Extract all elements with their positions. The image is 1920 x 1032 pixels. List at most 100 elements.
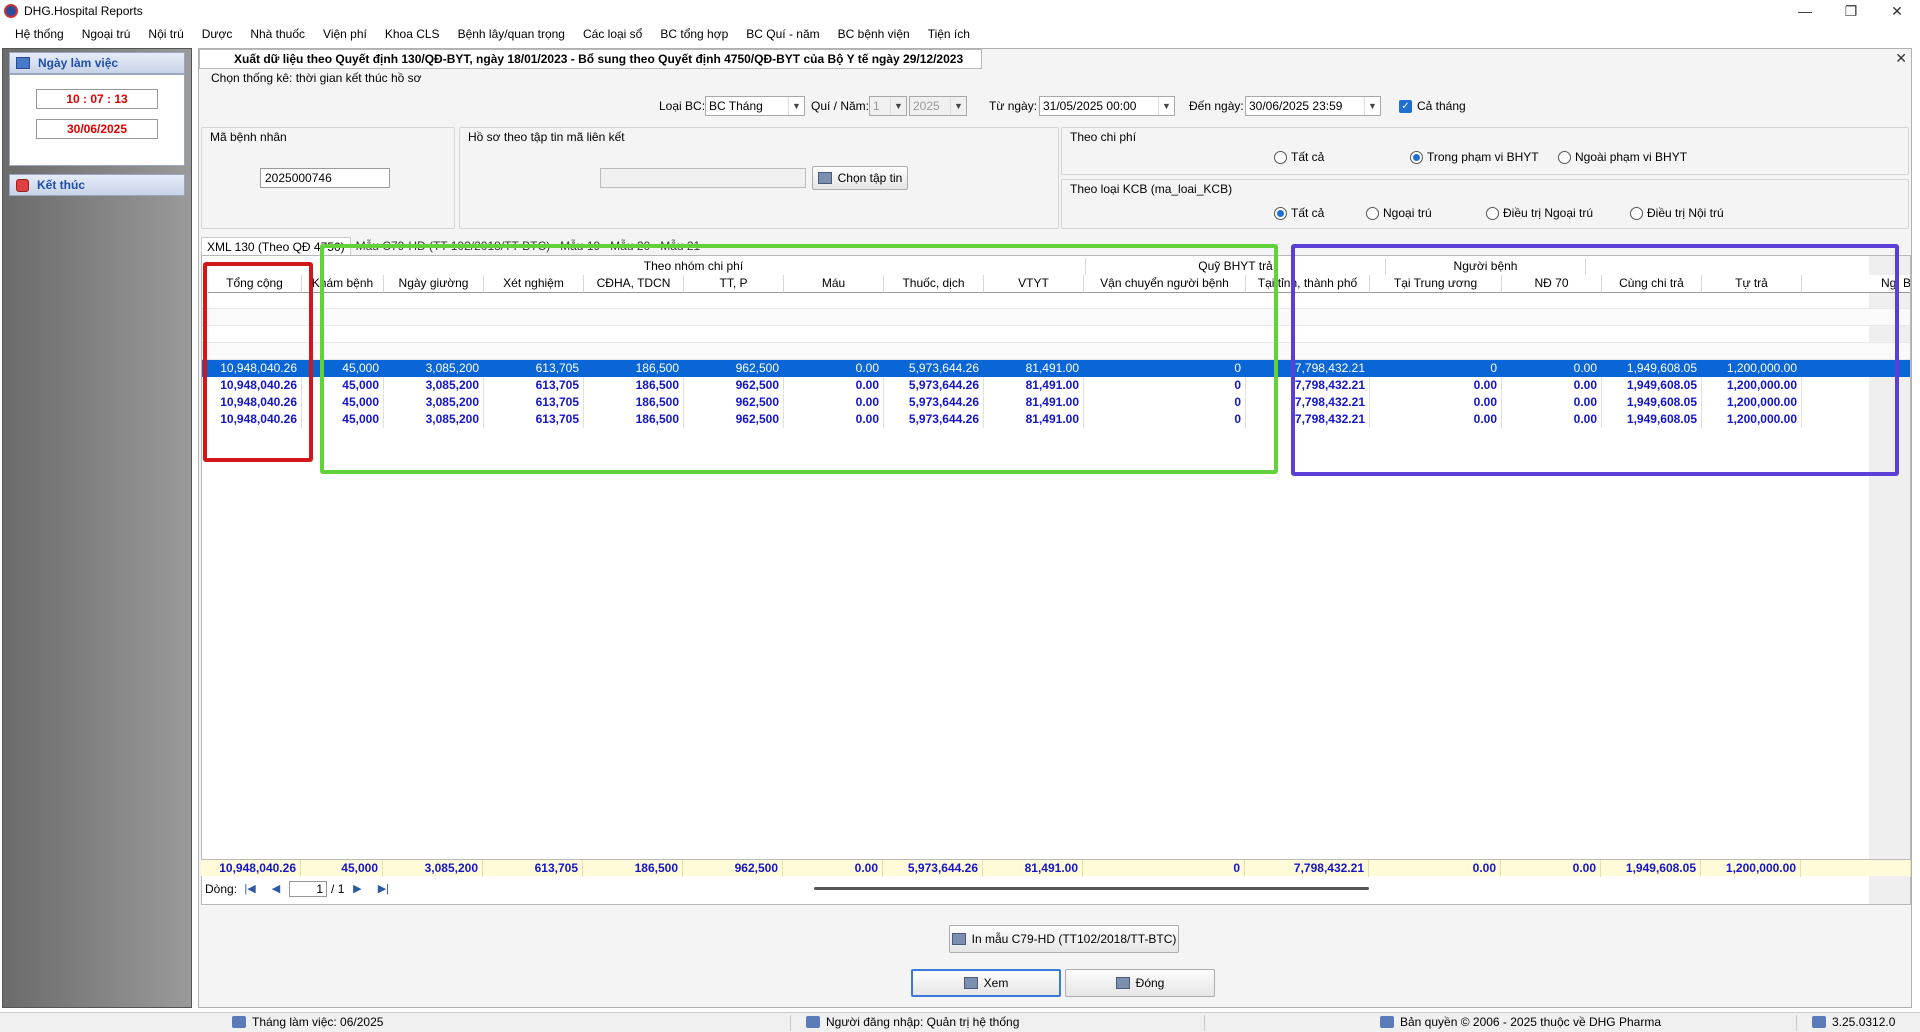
quarter-year-label: Quí / Năm: <box>811 99 870 113</box>
menu-vien-phi[interactable]: Viện phí <box>314 24 376 44</box>
menu-bc-qui-nam[interactable]: BC Quí - năm <box>737 24 828 44</box>
kcb-type-label: Theo loại KCB (ma_loai_KCB) <box>1070 182 1233 196</box>
patient-id-input[interactable]: 2025000746 <box>260 168 390 188</box>
from-date-picker[interactable]: 31/05/2025 00:00 ▼ <box>1039 96 1175 116</box>
menu-noi-tru[interactable]: Nội trú <box>139 24 192 44</box>
first-page-icon[interactable]: |◀ <box>243 882 257 896</box>
workday-date[interactable]: 30/06/2025 <box>36 119 158 139</box>
report-title: Xuất dữ liệu theo Quyết định 130/QĐ-BYT,… <box>199 49 982 69</box>
kcb-type-group: Theo loại KCB (ma_loai_KCB) Tất cả Ngoại… <box>1061 179 1909 229</box>
quarter-select[interactable]: 1 ▼ <box>869 96 907 116</box>
menu-khoa-cls[interactable]: Khoa CLS <box>376 24 449 44</box>
exit-button[interactable]: Kết thúc <box>9 174 185 196</box>
highlight-total-column <box>203 262 313 462</box>
info-icon <box>1812 1016 1826 1028</box>
quarter-value: 1 <box>873 99 880 113</box>
next-page-icon[interactable]: ▶ <box>350 882 364 896</box>
cost-radio-out-bhyt[interactable]: Ngoài phạm vi BHYT <box>1558 150 1687 164</box>
whole-month-label: Cả tháng <box>1417 99 1466 113</box>
print-c79-label: In mẫu C79-HD (TT102/2018/TT-BTC) <box>971 932 1177 946</box>
radio-selected-icon <box>1274 206 1287 220</box>
total-cell: 962,500 <box>683 860 783 877</box>
choose-file-button[interactable]: Chọn tập tin <box>812 166 908 190</box>
radio-icon <box>1274 150 1287 164</box>
total-cell: 0 <box>1083 860 1245 877</box>
stat-note: Chọn thống kê: thời gian kết thúc hồ sơ <box>211 71 422 85</box>
cost-radio-in-bhyt[interactable]: Trong phạm vi BHYT <box>1410 150 1539 164</box>
kcb-radio-inpatient-treatment[interactable]: Điều trị Nội trú <box>1630 206 1724 220</box>
menu-ngoai-tru[interactable]: Ngoại trú <box>73 24 140 44</box>
prev-page-icon[interactable]: ◀ <box>269 882 283 896</box>
highlight-bhyt-patient-group <box>1291 244 1899 476</box>
status-copyright: Bản quyền © 2006 - 2025 thuộc về DHG Pha… <box>1380 1015 1661 1029</box>
cost-radio-all[interactable]: Tất cả <box>1274 150 1324 164</box>
left-panel: Ngày làm việc 10 : 07 : 13 30/06/2025 Kế… <box>2 48 192 1008</box>
window-title: DHG.Hospital Reports <box>24 4 143 18</box>
kcb-radio-outpatient-treatment[interactable]: Điều trị Ngoại trú <box>1486 206 1593 220</box>
highlight-cost-group <box>320 244 1278 474</box>
report-panel: Xuất dữ liệu theo Quyết định 130/QĐ-BYT,… <box>198 48 1912 1008</box>
cost-filter-label: Theo chi phí <box>1070 130 1137 144</box>
exit-door-icon <box>1115 977 1130 989</box>
chevron-down-icon[interactable]: ▼ <box>1158 97 1174 115</box>
total-cell: 45,000 <box>301 860 383 877</box>
kcb-radio-outpatient[interactable]: Ngoại trú <box>1366 206 1432 220</box>
total-cell: 186,500 <box>583 860 683 877</box>
chevron-down-icon[interactable]: ▼ <box>1364 97 1380 115</box>
close-window-button[interactable]: ✕ <box>1874 0 1920 22</box>
to-date-picker[interactable]: 30/06/2025 23:59 ▼ <box>1245 96 1381 116</box>
status-bar: Tháng làm việc: 06/2025 Người đăng nhập:… <box>0 1012 1920 1032</box>
whole-month-checkbox[interactable]: ✓ <box>1399 100 1412 113</box>
radio-selected-icon <box>1410 150 1423 164</box>
print-c79-button[interactable]: In mẫu C79-HD (TT102/2018/TT-BTC) <box>949 925 1179 953</box>
status-user: Người đăng nhập: Quản trị hệ thống <box>806 1015 1019 1029</box>
chevron-down-icon[interactable]: ▼ <box>950 97 966 115</box>
calendar-icon <box>232 1016 246 1028</box>
clock-display: 10 : 07 : 13 <box>36 89 158 109</box>
radio-icon <box>1486 206 1499 220</box>
total-cell: 0.00 <box>1501 860 1601 877</box>
status-separator <box>790 1015 791 1031</box>
total-cell: 0.00 <box>783 860 883 877</box>
menu-he-thong[interactable]: Hệ thống <box>6 24 73 44</box>
total-cell: 5,973,644.26 <box>883 860 983 877</box>
report-type-select[interactable]: BC Tháng ▼ <box>705 96 805 116</box>
totals-row: 10,948,040.26 45,000 3,085,200 613,705 186,5… <box>201 859 1911 877</box>
menu-cac-loai-so[interactable]: Các loại sổ <box>574 24 651 44</box>
to-date-value: 30/06/2025 23:59 <box>1249 99 1343 113</box>
menu-tien-ich[interactable]: Tiện ích <box>919 24 979 44</box>
kcb-option-label: Tất cả <box>1291 206 1325 220</box>
horizontal-scrollbar[interactable] <box>814 887 1369 890</box>
menu-bc-tong-hop[interactable]: BC tổng hợp <box>651 24 737 44</box>
restore-button[interactable]: ❐ <box>1828 0 1874 22</box>
minimize-button[interactable]: — <box>1782 0 1828 22</box>
menu-bc-benh-vien[interactable]: BC bệnh viện <box>829 24 919 44</box>
workday-header[interactable]: Ngày làm việc <box>9 52 185 74</box>
chevron-down-icon[interactable]: ▼ <box>890 97 906 115</box>
radio-icon <box>1630 206 1643 220</box>
from-date-value: 31/05/2025 00:00 <box>1043 99 1137 113</box>
cost-option-label: Trong phạm vi BHYT <box>1427 150 1539 164</box>
menu-duoc[interactable]: Dược <box>193 24 242 44</box>
last-page-icon[interactable]: ▶| <box>376 882 390 896</box>
close-report-icon[interactable]: ✕ <box>1895 50 1907 67</box>
year-select[interactable]: 2025 ▼ <box>909 96 967 116</box>
menu-benh-lay[interactable]: Bệnh lây/quan trọng <box>449 24 574 44</box>
workday-box: 10 : 07 : 13 30/06/2025 <box>9 74 185 166</box>
chevron-down-icon[interactable]: ▼ <box>788 97 804 115</box>
patient-id-group: Mã bệnh nhân 2025000746 <box>201 127 455 229</box>
status-version: 3.25.0312.0 <box>1812 1015 1895 1029</box>
close-button[interactable]: Đóng <box>1065 969 1215 997</box>
status-separator <box>1796 1015 1797 1031</box>
total-cell: 0.00 <box>1369 860 1501 877</box>
menu-nha-thuoc[interactable]: Nhà thuốc <box>241 24 314 44</box>
page-input[interactable]: 1 <box>289 881 328 897</box>
kcb-radio-all[interactable]: Tất cả <box>1274 206 1324 220</box>
cost-filter-group: Theo chi phí Tất cả Trong phạm vi BHYT N… <box>1061 127 1909 175</box>
kcb-option-label: Ngoại trú <box>1383 206 1432 220</box>
file-path-input[interactable] <box>600 168 806 188</box>
kcb-option-label: Điều trị Ngoại trú <box>1503 206 1594 220</box>
total-cell <box>1801 860 1911 877</box>
view-button[interactable]: Xem <box>911 969 1061 997</box>
total-cell: 10,948,040.26 <box>207 860 301 877</box>
